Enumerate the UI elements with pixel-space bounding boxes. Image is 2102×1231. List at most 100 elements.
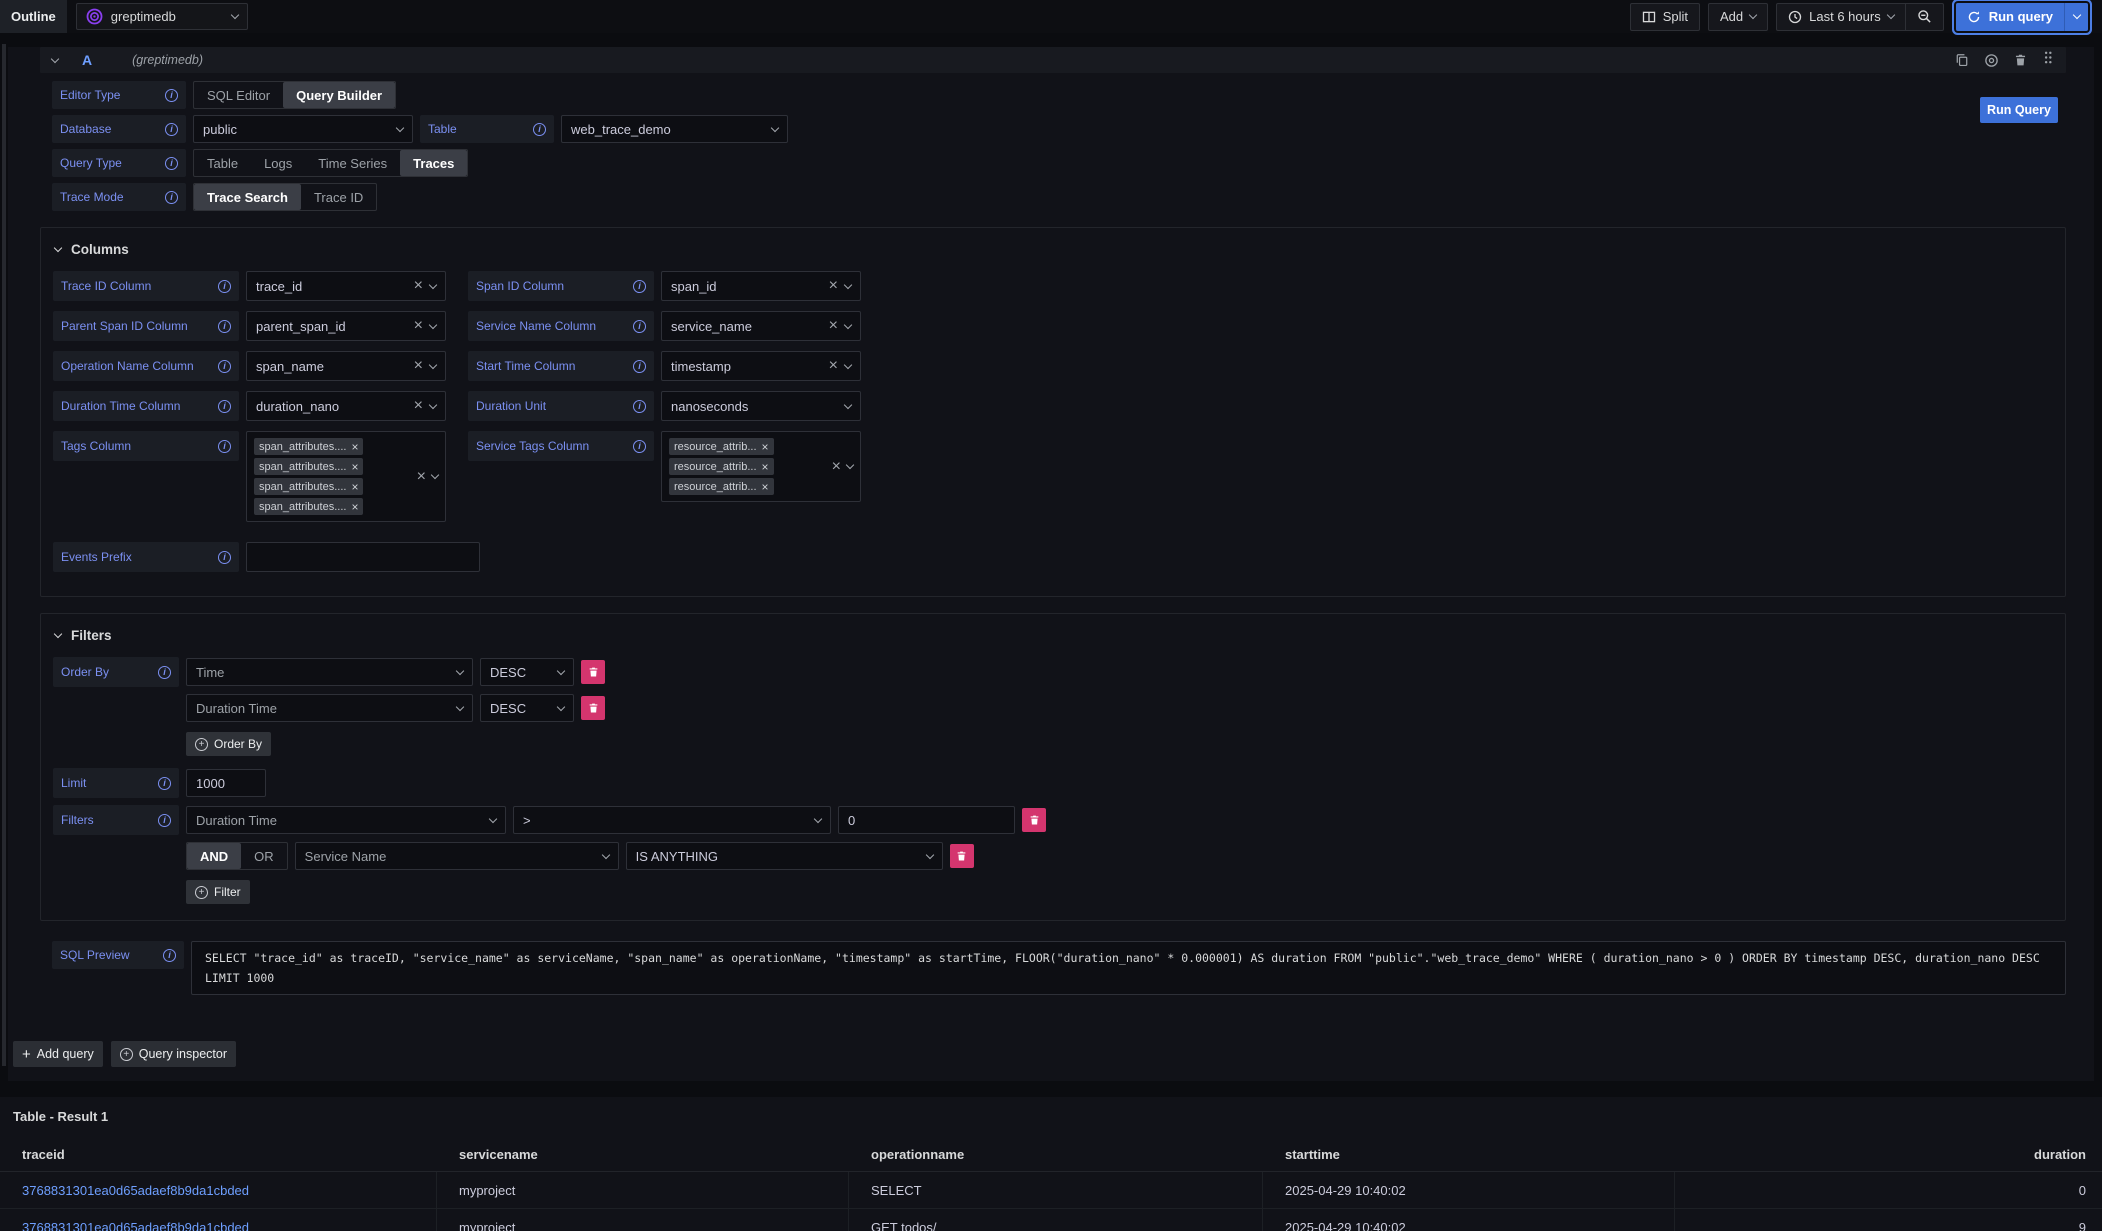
- column-header-starttime[interactable]: starttime: [1263, 1138, 1675, 1172]
- info-icon[interactable]: [165, 157, 178, 170]
- info-icon[interactable]: [633, 320, 646, 333]
- column-header-traceid[interactable]: traceid: [0, 1138, 437, 1172]
- info-icon[interactable]: [158, 666, 171, 679]
- tags-column-multiselect[interactable]: span_attributes.... span_attributes.... …: [246, 431, 446, 522]
- split-button[interactable]: Split: [1630, 3, 1700, 31]
- tag-chip[interactable]: span_attributes....: [254, 458, 363, 475]
- info-icon[interactable]: [165, 191, 178, 204]
- filter-operator-select[interactable]: IS ANYTHING: [626, 842, 943, 870]
- trace-id-column-select[interactable]: trace_id: [246, 271, 446, 301]
- delete-order-by-button[interactable]: [581, 696, 605, 720]
- add-order-by-button[interactable]: Order By: [186, 732, 271, 756]
- info-icon[interactable]: [158, 777, 171, 790]
- collapse-query-icon[interactable]: [51, 54, 59, 62]
- query-builder-option[interactable]: Query Builder: [283, 82, 395, 108]
- trace-id-option[interactable]: Trace ID: [301, 184, 376, 210]
- clear-icon[interactable]: [414, 278, 423, 294]
- operation-name-column-select[interactable]: span_name: [246, 351, 446, 381]
- info-icon[interactable]: [633, 360, 646, 373]
- add-button[interactable]: Add: [1708, 3, 1768, 31]
- clear-icon[interactable]: [414, 398, 423, 414]
- service-tag-chip[interactable]: resource_attrib...: [669, 438, 774, 455]
- trace-id-link[interactable]: 3768831301ea0d65adaef8b9da1cbded: [22, 1220, 249, 1231]
- run-query-dropdown[interactable]: [2064, 3, 2088, 31]
- service-tag-chip[interactable]: resource_attrib...: [669, 478, 774, 495]
- query-type-traces-option[interactable]: Traces: [400, 150, 467, 176]
- column-header-duration[interactable]: duration: [1675, 1138, 2102, 1172]
- hide-response-button[interactable]: [1984, 53, 1999, 68]
- outline-splitter[interactable]: [2, 44, 6, 1066]
- clear-icon[interactable]: [414, 358, 423, 374]
- info-icon[interactable]: [633, 400, 646, 413]
- filters-section-header[interactable]: Filters: [55, 628, 2053, 643]
- query-type-table-option[interactable]: Table: [194, 150, 251, 176]
- remove-chip-icon[interactable]: [762, 481, 769, 493]
- info-icon[interactable]: [633, 280, 646, 293]
- run-query-button[interactable]: Run query: [1956, 3, 2064, 31]
- add-filter-button[interactable]: Filter: [186, 880, 250, 904]
- info-icon[interactable]: [218, 551, 231, 564]
- duration-time-column-select[interactable]: duration_nano: [246, 391, 446, 421]
- start-time-column-select[interactable]: timestamp: [661, 351, 861, 381]
- delete-order-by-button[interactable]: [581, 660, 605, 684]
- query-inspector-button[interactable]: Query inspector: [111, 1041, 236, 1067]
- order-by-field-select[interactable]: Time: [186, 658, 473, 686]
- zoom-out-button[interactable]: [1905, 4, 1943, 30]
- filter-value-input[interactable]: [838, 806, 1015, 834]
- clear-icon[interactable]: [829, 278, 838, 294]
- clear-icon[interactable]: [414, 318, 423, 334]
- filter-field-select[interactable]: Duration Time: [186, 806, 506, 834]
- order-by-direction-select[interactable]: DESC: [480, 658, 574, 686]
- info-icon[interactable]: [158, 814, 171, 827]
- order-by-field-select[interactable]: Duration Time: [186, 694, 473, 722]
- service-name-column-select[interactable]: service_name: [661, 311, 861, 341]
- info-icon[interactable]: [218, 400, 231, 413]
- trace-search-option[interactable]: Trace Search: [194, 184, 301, 210]
- tag-chip[interactable]: span_attributes....: [254, 478, 363, 495]
- remove-chip-icon[interactable]: [351, 481, 358, 493]
- columns-section-header[interactable]: Columns: [55, 242, 2053, 257]
- clear-all-icon[interactable]: [417, 469, 426, 485]
- drag-handle[interactable]: [2042, 50, 2054, 70]
- remove-chip-icon[interactable]: [351, 441, 358, 453]
- parent-span-id-column-select[interactable]: parent_span_id: [246, 311, 446, 341]
- clear-icon[interactable]: [829, 358, 838, 374]
- remove-chip-icon[interactable]: [762, 441, 769, 453]
- query-type-timeseries-option[interactable]: Time Series: [305, 150, 400, 176]
- clear-icon[interactable]: [829, 318, 838, 334]
- delete-filter-button[interactable]: [950, 844, 974, 868]
- info-icon[interactable]: [218, 440, 231, 453]
- service-tags-column-multiselect[interactable]: resource_attrib... resource_attrib... re…: [661, 431, 861, 502]
- run-query-inline-button[interactable]: Run Query: [1980, 97, 2058, 123]
- info-icon[interactable]: [218, 280, 231, 293]
- info-icon[interactable]: [533, 123, 546, 136]
- time-range-button[interactable]: Last 6 hours: [1777, 4, 1905, 30]
- query-row-header[interactable]: A (greptimedb): [40, 47, 2066, 73]
- column-header-operationname[interactable]: operationname: [849, 1138, 1263, 1172]
- span-id-column-select[interactable]: span_id: [661, 271, 861, 301]
- tag-chip[interactable]: span_attributes....: [254, 438, 363, 455]
- info-icon[interactable]: [633, 440, 646, 453]
- limit-input[interactable]: [186, 769, 266, 797]
- events-prefix-input[interactable]: [246, 542, 480, 572]
- table-select[interactable]: web_trace_demo: [561, 115, 788, 143]
- remove-chip-icon[interactable]: [351, 501, 358, 513]
- and-option[interactable]: AND: [187, 843, 241, 869]
- info-icon[interactable]: [218, 320, 231, 333]
- clear-all-icon[interactable]: [832, 459, 841, 475]
- info-icon[interactable]: [165, 89, 178, 102]
- or-option[interactable]: OR: [241, 843, 287, 869]
- info-icon[interactable]: [165, 123, 178, 136]
- order-by-direction-select[interactable]: DESC: [480, 694, 574, 722]
- query-type-logs-option[interactable]: Logs: [251, 150, 305, 176]
- database-select[interactable]: public: [193, 115, 413, 143]
- filter-field-select[interactable]: Service Name: [295, 842, 619, 870]
- info-icon[interactable]: [163, 949, 176, 962]
- tag-chip[interactable]: span_attributes....: [254, 498, 363, 515]
- service-tag-chip[interactable]: resource_attrib...: [669, 458, 774, 475]
- duplicate-query-button[interactable]: [1955, 53, 1969, 67]
- delete-query-button[interactable]: [2014, 53, 2027, 67]
- remove-chip-icon[interactable]: [351, 461, 358, 473]
- remove-chip-icon[interactable]: [762, 461, 769, 473]
- outline-button[interactable]: Outline: [0, 0, 67, 33]
